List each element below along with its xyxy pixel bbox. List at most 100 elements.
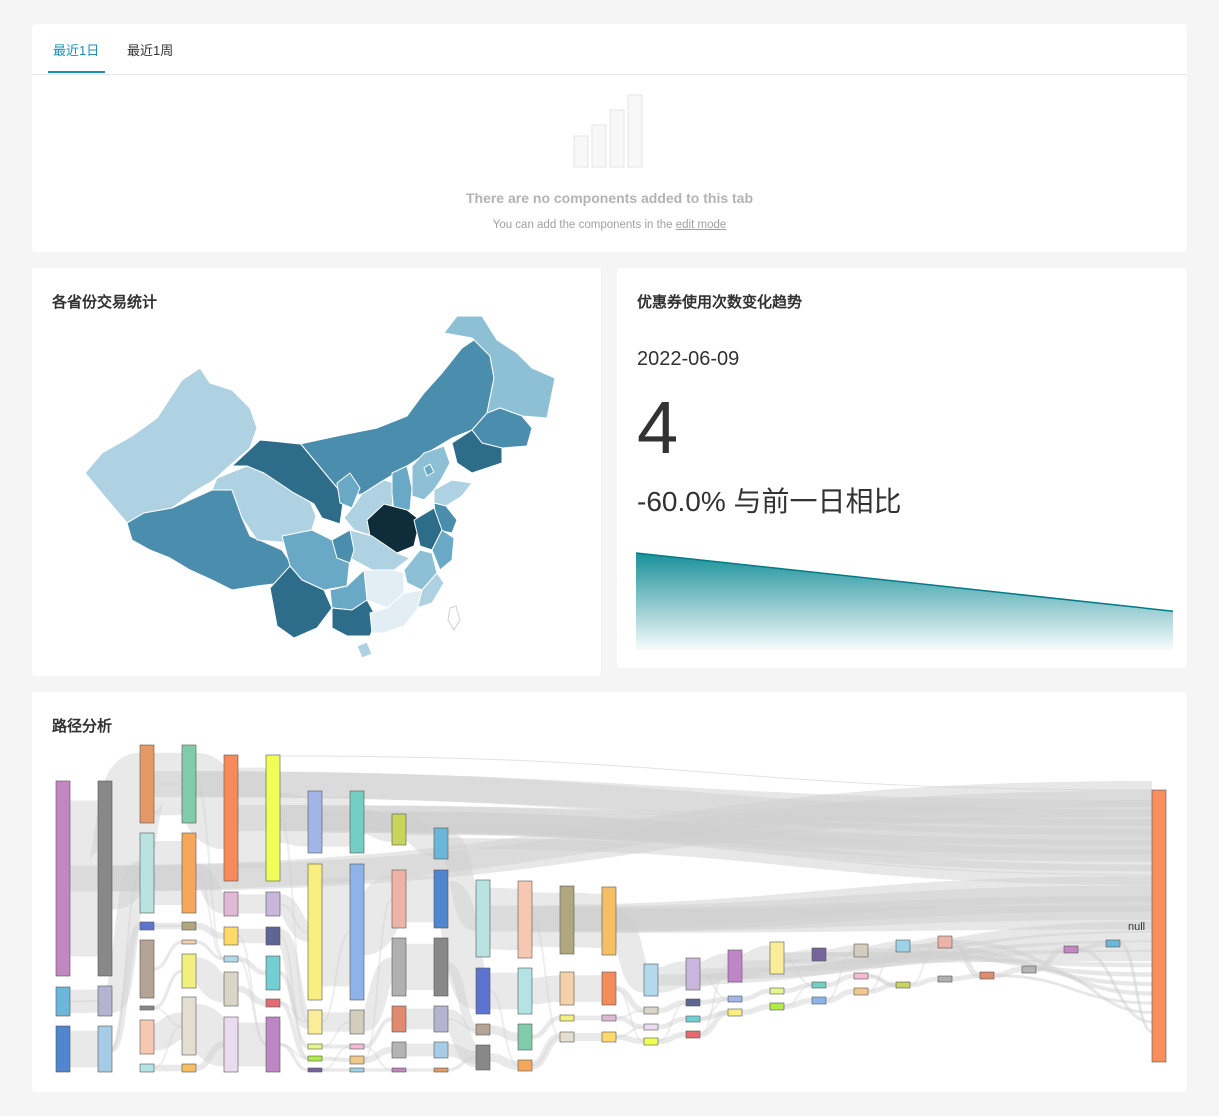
sankey-node[interactable] [391, 1005, 407, 1033]
sankey-node[interactable] [643, 963, 659, 997]
sankey-node[interactable] [391, 869, 407, 929]
sankey-node[interactable] [139, 921, 155, 931]
sankey-node[interactable] [433, 1005, 449, 1033]
sankey-node[interactable] [685, 957, 701, 991]
sankey-node[interactable] [769, 941, 785, 975]
sankey-node[interactable] [349, 1055, 365, 1065]
sankey-node[interactable] [223, 754, 239, 882]
sankey-node[interactable] [559, 1014, 575, 1022]
sankey-node[interactable] [265, 891, 281, 917]
sankey-node[interactable] [433, 827, 449, 860]
sankey-node[interactable] [517, 967, 533, 1015]
sankey-node[interactable] [727, 995, 743, 1003]
sankey-node[interactable] [307, 1009, 323, 1035]
sankey-node[interactable] [223, 926, 239, 946]
sankey-node[interactable] [181, 1063, 197, 1073]
sankey-node[interactable] [1063, 945, 1079, 954]
sankey-node[interactable] [685, 998, 701, 1007]
sankey-node[interactable] [433, 937, 449, 997]
sankey-node[interactable] [811, 996, 827, 1005]
sankey-node[interactable] [97, 1025, 113, 1073]
sankey-node[interactable] [391, 1041, 407, 1059]
sankey-node[interactable] [559, 971, 575, 1006]
sankey-node[interactable] [979, 971, 995, 980]
sankey-node[interactable] [139, 744, 155, 824]
sankey-node[interactable] [895, 981, 911, 989]
sankey-node[interactable] [97, 985, 113, 1017]
tab-last-1-week[interactable]: 最近1周 [127, 40, 173, 59]
sankey-node[interactable] [433, 869, 449, 929]
sankey-node[interactable] [559, 885, 575, 955]
sankey-node[interactable] [811, 947, 827, 962]
sankey-node[interactable] [895, 939, 911, 953]
edit-mode-link[interactable]: edit mode [676, 219, 727, 231]
sankey-node[interactable] [601, 971, 617, 1006]
sankey-node[interactable] [349, 863, 365, 1001]
sankey-node[interactable] [475, 879, 491, 958]
sankey-node[interactable] [937, 975, 953, 983]
sankey-node[interactable] [139, 832, 155, 914]
sankey-node[interactable] [181, 939, 197, 945]
sankey-node[interactable] [601, 1031, 617, 1043]
sankey-node[interactable] [181, 744, 197, 824]
sankey-node[interactable] [223, 891, 239, 917]
sankey-node[interactable] [643, 1023, 659, 1031]
sankey-node[interactable] [853, 943, 869, 958]
sankey-node[interactable] [349, 790, 365, 854]
sankey-node[interactable] [349, 1043, 365, 1050]
sankey-node[interactable] [601, 1014, 617, 1022]
sankey-node[interactable] [433, 1067, 449, 1073]
sankey-node[interactable] [55, 780, 71, 977]
sankey-node[interactable] [97, 780, 113, 977]
sankey-node[interactable] [685, 1030, 701, 1039]
sankey-node[interactable] [55, 1025, 71, 1073]
sankey-node[interactable] [1021, 965, 1037, 974]
sankey-node[interactable] [685, 1015, 701, 1023]
sankey-node[interactable] [139, 1063, 155, 1073]
sankey-node[interactable] [601, 886, 617, 956]
sankey-node[interactable] [265, 998, 281, 1008]
sankey-node[interactable] [727, 1008, 743, 1017]
sankey-node[interactable] [517, 1023, 533, 1051]
sankey-node[interactable] [391, 937, 407, 997]
sankey-node[interactable] [223, 1016, 239, 1073]
sankey-node[interactable] [265, 926, 281, 946]
sankey-node[interactable] [139, 1019, 155, 1055]
sankey-node[interactable] [727, 949, 743, 983]
sankey-node[interactable] [559, 1031, 575, 1043]
sankey-node[interactable] [349, 1067, 365, 1073]
sankey-node[interactable] [181, 953, 197, 989]
sankey-node[interactable] [853, 987, 869, 996]
sankey-node[interactable] [139, 939, 155, 999]
sankey-node[interactable] [391, 1067, 407, 1073]
sankey-node[interactable] [475, 1044, 491, 1071]
sankey-node[interactable] [643, 1037, 659, 1046]
sankey-node[interactable] [937, 935, 953, 949]
sankey-node[interactable] [265, 754, 281, 882]
sankey-node[interactable] [307, 790, 323, 854]
sankey-node[interactable] [643, 1006, 659, 1015]
sankey-node[interactable] [475, 967, 491, 1015]
sankey-node[interactable] [223, 955, 239, 963]
sankey-node[interactable] [223, 971, 239, 1007]
sankey-node[interactable] [475, 1023, 491, 1036]
sankey-node[interactable] [433, 1041, 449, 1059]
sankey-node[interactable] [517, 880, 533, 959]
sankey-node[interactable] [181, 832, 197, 914]
sankey-node[interactable] [55, 986, 71, 1017]
sankey-node[interactable] [307, 1043, 323, 1050]
sankey-node[interactable] [811, 981, 827, 989]
tab-last-1-day[interactable]: 最近1日 [53, 40, 99, 59]
sankey-node[interactable] [265, 955, 281, 991]
sankey-node[interactable] [517, 1059, 533, 1072]
sankey-node[interactable] [307, 863, 323, 1001]
sankey-node[interactable] [349, 1009, 365, 1035]
sankey-node[interactable] [769, 1002, 785, 1011]
sankey-end-node[interactable] [1151, 789, 1167, 1063]
sankey-node[interactable] [181, 921, 197, 931]
sankey-node[interactable] [307, 1055, 323, 1062]
sankey-node[interactable] [265, 1016, 281, 1073]
sankey-node[interactable] [853, 972, 869, 980]
sankey-node[interactable] [181, 996, 197, 1056]
sankey-node[interactable] [307, 1067, 323, 1073]
